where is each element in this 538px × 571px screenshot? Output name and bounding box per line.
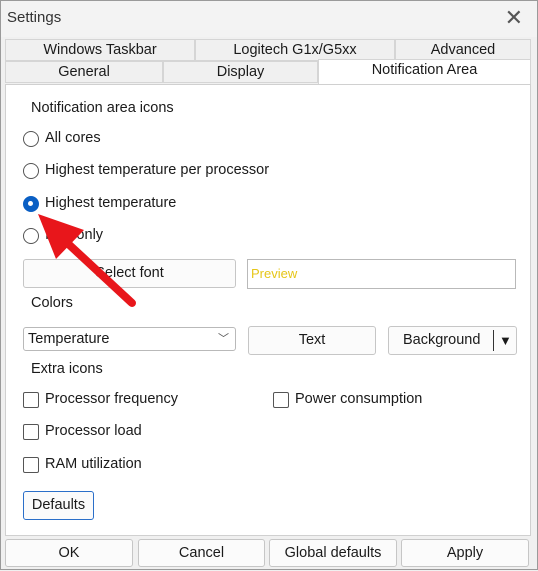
button-label: OK <box>58 545 80 561</box>
tab-label: General <box>58 64 110 80</box>
checkbox-label: RAM utilization <box>45 456 142 472</box>
group-label-extra-icons: Extra icons <box>31 361 103 377</box>
checkbox-label: Processor load <box>45 423 142 439</box>
tab-advanced[interactable]: Advanced <box>395 39 531 61</box>
group-label-notification-icons: Notification area icons <box>31 100 174 116</box>
button-label: Text <box>298 332 326 348</box>
button-label: Apply <box>446 545 484 561</box>
button-label: Defaults <box>31 497 86 513</box>
checkbox-ram-utilization[interactable] <box>23 457 39 473</box>
tab-general[interactable]: General <box>5 61 163 83</box>
tab-logitech[interactable]: Logitech G1x/G5xx <box>195 39 395 61</box>
tab-notification-area[interactable]: Notification Area <box>318 59 531 85</box>
tab-label: Notification Area <box>371 62 478 78</box>
radio-label: All cores <box>45 130 101 146</box>
checkbox-processor-frequency[interactable] <box>23 392 39 408</box>
button-label: Global defaults <box>284 545 382 561</box>
ok-button[interactable]: OK <box>5 539 133 567</box>
text-color-button[interactable]: Text <box>248 326 376 355</box>
preview-field: Preview <box>247 259 516 289</box>
preview-text: Preview <box>251 266 298 281</box>
global-defaults-button[interactable]: Global defaults <box>269 539 397 567</box>
cancel-button[interactable]: Cancel <box>138 539 265 567</box>
checkbox-label: Processor frequency <box>45 391 178 407</box>
title-bar: Settings ✕ <box>1 1 537 37</box>
button-label: Cancel <box>178 545 225 561</box>
window-title: Settings <box>7 9 62 26</box>
settings-window: Settings ✕ Windows Taskbar Logitech G1x/… <box>0 0 538 570</box>
checkbox-power-consumption[interactable] <box>273 392 289 408</box>
tab-label: Windows Taskbar <box>43 42 157 58</box>
colors-dropdown[interactable]: Temperature ﹀ <box>23 327 236 351</box>
radio-highest-temperature[interactable] <box>23 196 39 212</box>
select-font-button[interactable]: Select font <box>23 259 236 288</box>
button-label: Select font <box>95 265 164 281</box>
tab-label: Display <box>216 64 265 80</box>
radio-label: Highest temperature per processor <box>45 162 270 178</box>
tab-label: Logitech G1x/G5xx <box>233 42 357 58</box>
radio-icon-only[interactable] <box>23 228 39 244</box>
radio-highest-temp-per-processor[interactable] <box>23 163 39 179</box>
tab-label: Advanced <box>430 42 496 58</box>
dropdown-value: Temperature <box>28 331 110 347</box>
apply-button[interactable]: Apply <box>401 539 529 567</box>
checkbox-processor-load[interactable] <box>23 424 39 440</box>
checkbox-label: Power consumption <box>295 391 423 407</box>
background-color-button[interactable]: Background ▼ <box>388 326 517 355</box>
tab-display[interactable]: Display <box>163 61 318 83</box>
close-icon[interactable]: ✕ <box>505 6 523 30</box>
radio-label: Icon only <box>45 227 104 243</box>
chevron-down-icon: ﹀ <box>218 333 229 345</box>
dropdown-arrow-icon[interactable]: ▼ <box>499 327 512 354</box>
defaults-button[interactable]: Defaults <box>23 491 94 520</box>
tab-windows-taskbar[interactable]: Windows Taskbar <box>5 39 195 61</box>
radio-all-cores[interactable] <box>23 131 39 147</box>
split-divider <box>493 330 494 351</box>
button-label: Background <box>403 332 481 348</box>
group-label-colors: Colors <box>31 295 73 311</box>
radio-label: Highest temperature <box>45 195 177 211</box>
